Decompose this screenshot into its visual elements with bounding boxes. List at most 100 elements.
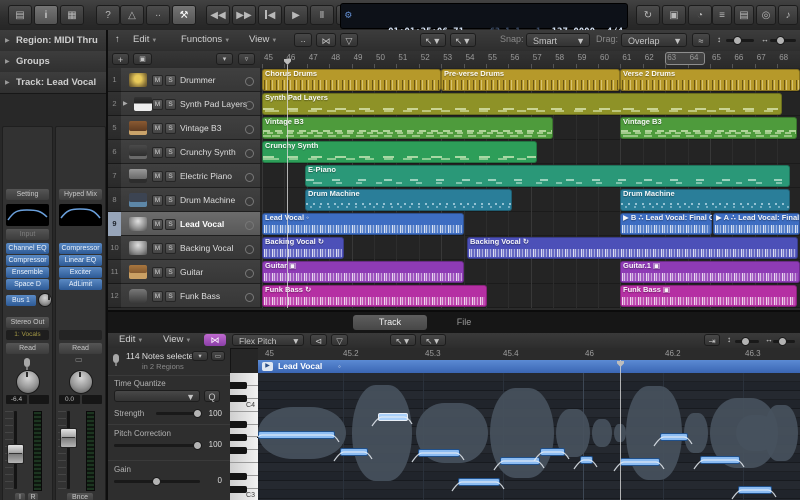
count-in-button[interactable]: ∙∙ (146, 5, 170, 25)
group-slot[interactable] (59, 330, 102, 340)
disclosure-icon[interactable]: ▶ (123, 100, 128, 107)
send-bus-button[interactable]: Bus 1 (6, 295, 36, 306)
rewind-button[interactable]: ◀◀ (206, 5, 230, 25)
insert-slot[interactable]: Exciter (59, 267, 102, 278)
play-icon[interactable]: ▶ (262, 362, 273, 371)
forward-button[interactable]: ▶▶ (232, 5, 256, 25)
track-header-synth-pad-layers[interactable]: 2▶MSSynth Pad Layers (108, 92, 260, 116)
insert-slot[interactable]: Ensemble (6, 267, 49, 278)
drag-menu[interactable]: Overlap▼ (621, 33, 687, 47)
input-monitor-icon[interactable] (245, 77, 254, 86)
region-vintage-b3[interactable]: Vintage B3 (262, 117, 553, 139)
region-lead-vocal[interactable]: Lead Vocal ◦ (262, 213, 464, 235)
region-crunchy-synth[interactable]: Crunchy Synth (262, 141, 537, 163)
solo-button[interactable]: S (165, 243, 176, 254)
region-chorus-drums[interactable]: Chorus Drums (262, 69, 441, 91)
track-header-drummer[interactable]: 1MSDrummer (108, 68, 260, 92)
solo-button[interactable]: S (165, 195, 176, 206)
insert-slot[interactable]: Compressor (6, 255, 49, 266)
pitch-correction-slider[interactable] (114, 444, 200, 447)
piano-black-key[interactable] (230, 395, 247, 402)
catch-filter-icon[interactable]: ▽ (331, 334, 348, 346)
input-monitor-icon[interactable] (245, 173, 254, 182)
lcd-signature[interactable]: 4/4 /16 (599, 5, 623, 27)
piano-black-key[interactable] (230, 421, 247, 428)
horizontal-zoom-slider[interactable] (773, 340, 795, 343)
lcd-gear-icon[interactable]: ⚙ (345, 8, 352, 21)
autopunch-button[interactable]: ◔ (688, 5, 712, 25)
snap-menu[interactable]: Smart▼ (526, 33, 590, 47)
volume-fader[interactable] (7, 444, 24, 464)
volume-fader[interactable] (60, 428, 77, 448)
edit-menu[interactable]: Edit▼ (130, 33, 160, 47)
mute-button[interactable]: M (152, 123, 163, 134)
track-filter-icon[interactable]: ▽ (340, 33, 358, 47)
solo-button[interactable]: S (165, 99, 176, 110)
track-header-backing-vocal[interactable]: 10MSBacking Vocal (108, 236, 260, 260)
solo-button[interactable]: S (165, 171, 176, 182)
setting-button[interactable]: Setting (6, 189, 49, 200)
insert-slot[interactable]: Channel EQ (6, 243, 49, 254)
tab-file[interactable]: File (427, 315, 501, 330)
list-editors-button[interactable]: ≡ (712, 5, 732, 25)
strength-slider[interactable] (156, 412, 200, 415)
catch-playhead-button[interactable]: ⇥ (704, 334, 720, 346)
prelisten-icon[interactable]: ⊲ (310, 334, 327, 346)
vertical-zoom-slider[interactable] (726, 39, 754, 42)
flex-icon[interactable]: ⋈ (204, 334, 226, 346)
track-header-guitar[interactable]: 11MSGuitar (108, 260, 260, 284)
left-click-tool-menu[interactable]: ↖▼ (390, 334, 416, 346)
region-guitar[interactable]: Guitar ▣ (262, 261, 464, 283)
add-button[interactable]: ▭ (211, 351, 225, 361)
view-menu[interactable]: View▼ (246, 33, 280, 47)
cycle-button[interactable]: ↻ (636, 5, 660, 25)
pause-button[interactable]: Ⅱ (310, 5, 334, 25)
quantize-button[interactable]: Q (204, 390, 220, 402)
input-monitor-icon[interactable] (245, 125, 254, 134)
insert-slot[interactable]: Space D (6, 279, 49, 290)
flex-icon[interactable]: ⋈ (316, 33, 336, 47)
solo-button[interactable]: S (165, 267, 176, 278)
time-quantize-menu[interactable]: ▼ (114, 390, 200, 402)
input-monitor-button[interactable]: I (15, 493, 25, 500)
pan-knob[interactable] (69, 370, 93, 394)
track-header-vintage-b3[interactable]: 5MSVintage B3 (108, 116, 260, 140)
library-button[interactable]: ▤ (8, 5, 32, 25)
automation-mode-button[interactable]: Read (59, 343, 102, 354)
eq-thumbnail[interactable] (59, 204, 102, 226)
track-header-lead-vocal[interactable]: 9MSLead Vocal (108, 212, 260, 236)
piano-black-key[interactable] (230, 434, 247, 441)
setting-button[interactable]: Hyped Mix (59, 189, 102, 200)
left-click-tool-menu[interactable]: ↖▼ (420, 33, 446, 47)
volume-value[interactable]: 0.0 (59, 395, 80, 404)
flex-pitch-canvas[interactable] (258, 373, 800, 500)
metronome-button[interactable]: △ (120, 5, 144, 25)
pan-knob[interactable] (16, 370, 40, 394)
mute-button[interactable]: M (152, 99, 163, 110)
automation-icon[interactable]: ∙∙ (294, 33, 312, 47)
gain-slider[interactable] (114, 480, 200, 483)
vertical-zoom-slider[interactable] (735, 340, 759, 343)
edit-menu[interactable]: Edit▼ (116, 333, 146, 347)
mute-button[interactable]: M (152, 267, 163, 278)
input-monitor-icon[interactable] (245, 269, 254, 278)
view-menu[interactable]: View▼ (160, 333, 194, 347)
horizontal-zoom-slider[interactable] (770, 39, 796, 42)
waveform-zoom-button[interactable]: ≈ (692, 33, 710, 47)
piano-black-key[interactable] (230, 473, 247, 480)
region-drum-machine[interactable]: Drum Machine (620, 189, 790, 211)
hide-library-icon[interactable]: ↑ (112, 33, 123, 47)
volume-value[interactable]: -6.4 (6, 395, 27, 404)
track-lanes[interactable]: Chorus DrumsPre-verse DrumsVerse 2 Drums… (260, 68, 800, 308)
functions-menu[interactable]: Functions▼ (178, 33, 233, 47)
region-tool-button[interactable]: ▾ (192, 351, 208, 361)
duplicate-track-button[interactable]: ▣ (133, 53, 152, 65)
lcd-tempo[interactable]: 127.0000 497 (543, 5, 595, 27)
region-synth-pad-layers[interactable]: Synth Pad Layers (262, 93, 782, 115)
insert-slot[interactable]: Linear EQ (59, 255, 102, 266)
region-drum-machine[interactable]: Drum Machine (305, 189, 512, 211)
input-button[interactable]: Input (6, 229, 49, 240)
mute-button[interactable]: M (152, 195, 163, 206)
command-click-tool-menu[interactable]: ↖▼ (450, 33, 476, 47)
insert-slot[interactable]: Compressor (59, 243, 102, 254)
